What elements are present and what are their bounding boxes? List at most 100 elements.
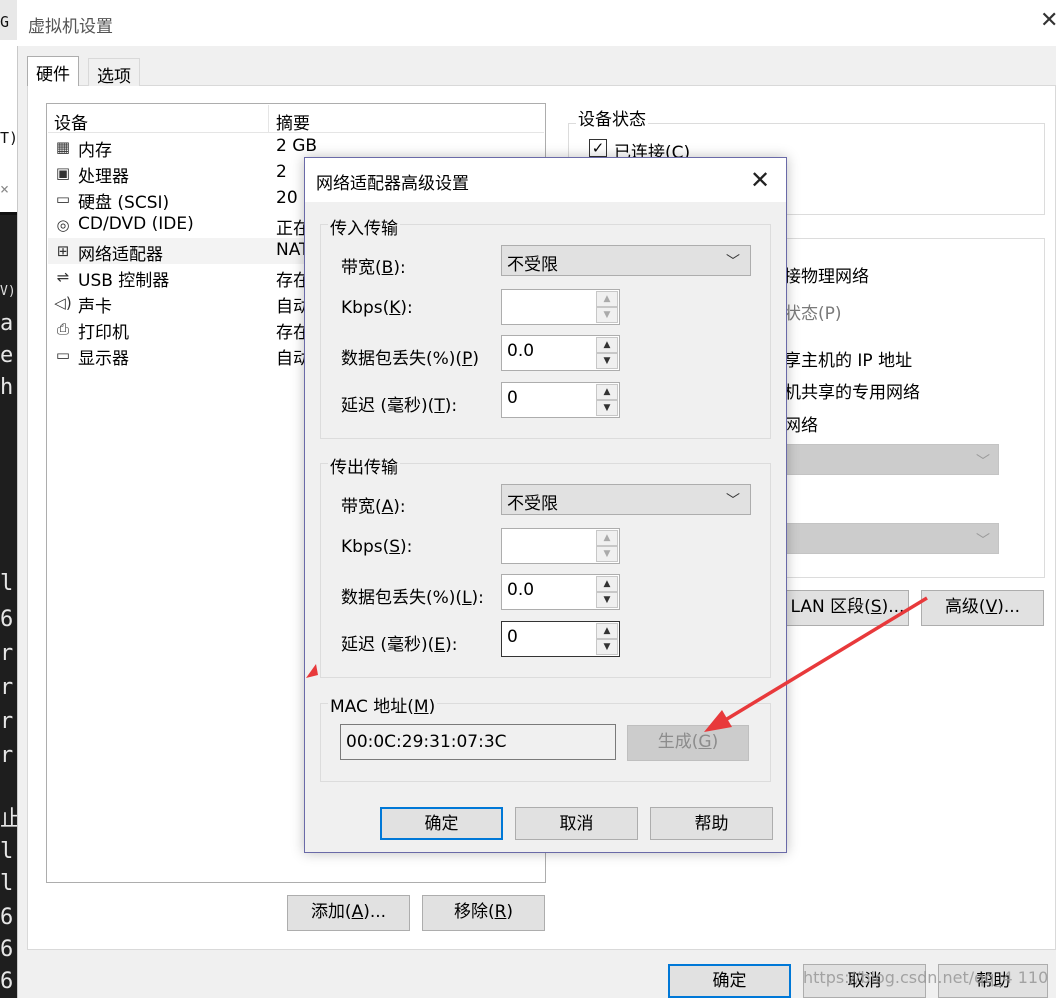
- strip-char: ×: [0, 180, 10, 198]
- device-name: 打印机: [78, 323, 129, 343]
- label-text: 延迟 (毫秒)(: [341, 635, 435, 655]
- stepper-value: 0: [507, 388, 518, 408]
- accelerator-key: K: [389, 298, 401, 318]
- generate-mac-button[interactable]: 生成(G): [627, 725, 749, 761]
- incoming-loss-stepper[interactable]: 0.0 ▲ ▼: [501, 335, 620, 371]
- close-icon[interactable]: ✕: [750, 166, 770, 194]
- strip-char: 6: [0, 969, 14, 994]
- label-text: 数据包丢失(%)(: [341, 588, 463, 608]
- device-name: USB 控制器: [78, 271, 170, 291]
- stepper-up-icon[interactable]: ▲: [596, 384, 618, 400]
- selected-value: 不受限: [507, 494, 558, 514]
- stepper-value: 0.0: [507, 341, 535, 361]
- button-label: ): [506, 902, 514, 922]
- lan-segment-select[interactable]: ﹀: [780, 523, 999, 554]
- incoming-latency-stepper[interactable]: 0 ▲ ▼: [501, 382, 620, 418]
- strip-char: l: [0, 871, 14, 896]
- nat-option-label[interactable]: 享主机的 IP 地址: [784, 346, 912, 371]
- device-name: 网络适配器: [78, 245, 163, 265]
- ok-button[interactable]: 确定: [668, 964, 791, 998]
- window-titlebar: [17, 0, 1056, 46]
- custom-network-select[interactable]: ﹀: [780, 444, 999, 475]
- outgoing-latency-label: 延迟 (毫秒)(E):: [341, 630, 457, 655]
- stepper-up-icon[interactable]: ▲: [596, 530, 618, 546]
- button-label: 移除(: [453, 902, 495, 922]
- close-icon[interactable]: ✕: [1040, 8, 1056, 33]
- custom-option-label[interactable]: 网络: [784, 411, 818, 436]
- strip-char: 6: [0, 937, 14, 962]
- device-status-title: 设备状态: [576, 105, 648, 130]
- strip-char: 6: [0, 905, 14, 930]
- button-label: 高级(: [944, 597, 986, 617]
- outgoing-latency-stepper[interactable]: 0 ▲ ▼: [501, 621, 620, 657]
- button-label: ): [711, 732, 719, 752]
- tab-options[interactable]: 选项: [88, 58, 140, 87]
- label-text: 带宽(: [341, 497, 382, 517]
- lan-segments-button[interactable]: LAN 区段(S)...: [786, 590, 909, 626]
- button-label: )...: [881, 597, 905, 617]
- stepper-down-icon[interactable]: ▼: [596, 546, 618, 562]
- label-text: ):: [400, 298, 413, 318]
- watermark-text: https://blog.csdn.net/qq_4 110: [803, 968, 1049, 987]
- connected-checkbox[interactable]: ✓: [589, 139, 607, 157]
- accelerator-key: G: [698, 732, 712, 752]
- device-name: 硬盘 (SCSI): [78, 193, 170, 213]
- strip-char: l: [0, 571, 14, 596]
- device-summary: 2: [276, 162, 287, 182]
- accelerator-key: L: [462, 588, 472, 608]
- tab-hardware[interactable]: 硬件: [27, 56, 79, 86]
- stepper-value: 0: [507, 627, 518, 647]
- label-text: ): [428, 697, 436, 717]
- incoming-bandwidth-select[interactable]: 不受限 ﹀: [501, 245, 751, 276]
- label-text: 带宽(: [341, 258, 382, 278]
- incoming-loss-label: 数据包丢失(%)(P): [341, 344, 479, 369]
- speaker-icon: ◁): [54, 294, 72, 312]
- stepper-up-icon[interactable]: ▲: [596, 623, 618, 639]
- stepper-down-icon[interactable]: ▼: [596, 639, 618, 655]
- add-device-button[interactable]: 添加(A)...: [287, 895, 410, 931]
- dialog-help-button[interactable]: 帮助: [650, 807, 773, 840]
- stepper-up-icon[interactable]: ▲: [596, 291, 618, 307]
- replicate-state-label[interactable]: 状态(P): [784, 299, 842, 324]
- button-label: 添加(: [310, 902, 352, 922]
- chevron-down-icon: ﹀: [976, 454, 990, 470]
- strip-char: r: [0, 709, 14, 734]
- printer-icon: ⎙: [56, 320, 69, 338]
- remove-device-button[interactable]: 移除(R): [422, 895, 545, 931]
- column-header-device[interactable]: 设备: [54, 109, 88, 134]
- stepper-down-icon[interactable]: ▼: [596, 307, 618, 323]
- label-text: ):: [471, 588, 484, 608]
- outgoing-loss-label: 数据包丢失(%)(L):: [341, 583, 484, 608]
- stepper-down-icon[interactable]: ▼: [596, 592, 618, 608]
- label-text: 延迟 (毫秒)(: [341, 396, 435, 416]
- dialog-ok-button[interactable]: 确定: [380, 807, 503, 840]
- outgoing-kbps-stepper[interactable]: ▲ ▼: [501, 528, 620, 564]
- stepper-up-icon[interactable]: ▲: [596, 337, 618, 353]
- device-name: 处理器: [78, 167, 129, 187]
- outgoing-group-title: 传出传输: [328, 453, 400, 478]
- stepper-down-icon[interactable]: ▼: [596, 400, 618, 416]
- accelerator-key: S: [389, 537, 401, 557]
- button-label: )...: [363, 902, 387, 922]
- strip-char: a: [0, 311, 14, 336]
- incoming-latency-label: 延迟 (毫秒)(T):: [341, 391, 457, 416]
- stepper-down-icon[interactable]: ▼: [596, 353, 618, 369]
- bridged-option-label[interactable]: 接物理网络: [784, 262, 869, 287]
- usb-icon: ⇌: [56, 268, 70, 286]
- outgoing-loss-stepper[interactable]: 0.0 ▲ ▼: [501, 574, 620, 610]
- dialog-cancel-button[interactable]: 取消: [515, 807, 638, 840]
- stepper-value: 0.0: [507, 580, 535, 600]
- host-only-option-label[interactable]: 机共享的专用网络: [784, 378, 920, 403]
- column-separator[interactable]: [268, 105, 269, 133]
- mac-address-field[interactable]: 00:0C:29:31:07:3C: [340, 724, 616, 760]
- strip-char: r: [0, 641, 14, 666]
- advanced-button[interactable]: 高级(V)...: [921, 590, 1044, 626]
- dialog-title: 网络适配器高级设置: [316, 174, 469, 194]
- button-label: LAN 区段(: [790, 597, 871, 617]
- column-header-summary[interactable]: 摘要: [276, 109, 310, 134]
- device-list-header: 设备 摘要: [48, 105, 544, 134]
- incoming-kbps-stepper[interactable]: ▲ ▼: [501, 289, 620, 325]
- stepper-up-icon[interactable]: ▲: [596, 576, 618, 592]
- outgoing-bandwidth-select[interactable]: 不受限 ﹀: [501, 484, 751, 515]
- cpu-icon: ▣: [55, 164, 71, 182]
